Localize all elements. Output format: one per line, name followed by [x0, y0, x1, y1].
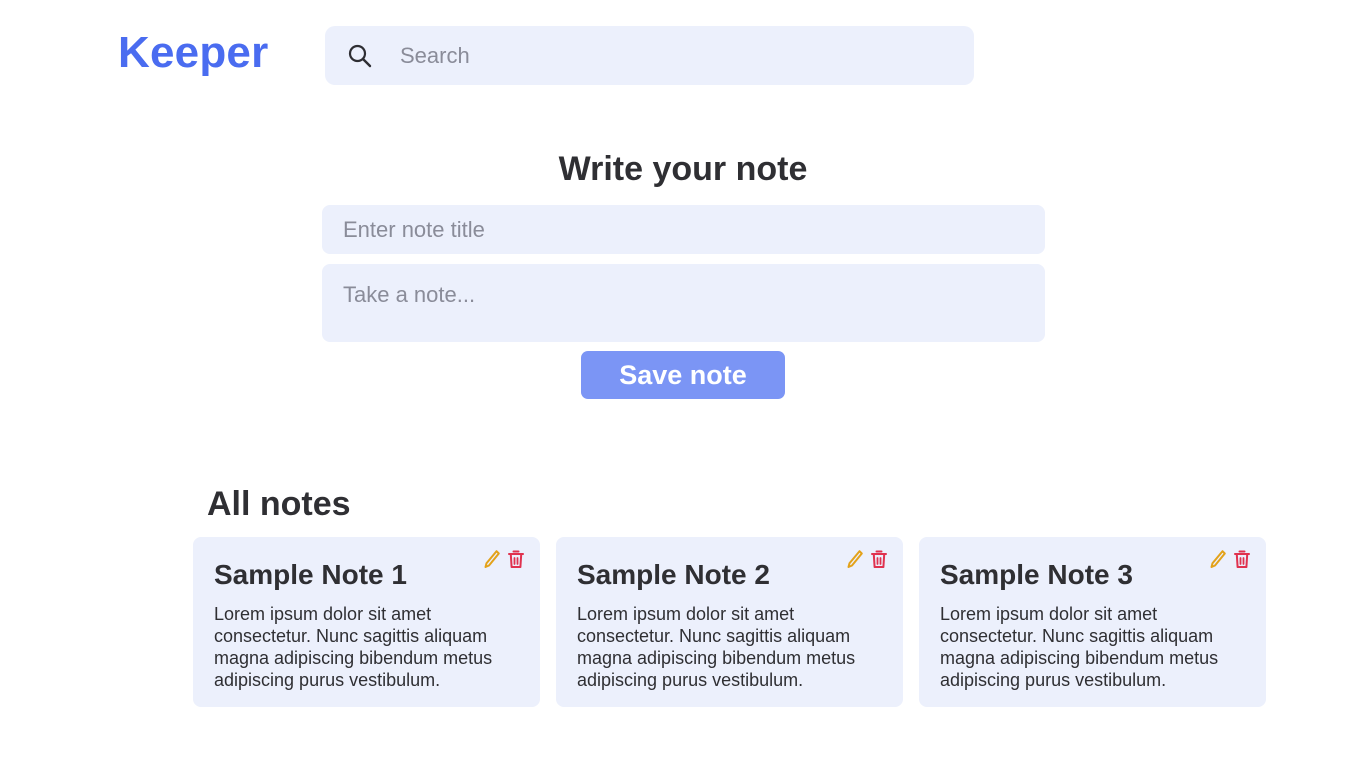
search-input[interactable] [400, 42, 920, 69]
note-card-title: Sample Note 3 [940, 559, 1133, 590]
note-card: Sample Note 1 Lorem ipsum dolor sit amet… [193, 537, 540, 707]
search-icon[interactable] [347, 43, 373, 69]
note-card-title: Sample Note 1 [214, 559, 407, 590]
note-card-body: Lorem ipsum dolor sit amet consectetur. … [214, 604, 493, 690]
note-title-input[interactable] [322, 205, 1045, 254]
note-body-input[interactable] [322, 264, 1045, 342]
note-card-title: Sample Note 2 [577, 559, 770, 590]
edit-pencil-icon[interactable] [1209, 549, 1227, 569]
note-card-body: Lorem ipsum dolor sit amet consectetur. … [577, 604, 856, 690]
note-card: Sample Note 2 Lorem ipsum dolor sit amet… [556, 537, 903, 707]
delete-trash-icon[interactable] [871, 549, 887, 569]
delete-trash-icon[interactable] [508, 549, 524, 569]
note-card: Sample Note 3 Lorem ipsum dolor sit amet… [919, 537, 1266, 707]
write-note-heading: Write your note [558, 150, 808, 188]
search-bar[interactable] [325, 26, 974, 85]
all-notes-heading: All notes [207, 485, 351, 523]
save-note-button[interactable]: Save note [581, 351, 785, 399]
edit-pencil-icon[interactable] [846, 549, 864, 569]
edit-pencil-icon[interactable] [483, 549, 501, 569]
note-card-body: Lorem ipsum dolor sit amet consectetur. … [940, 604, 1219, 690]
app-logo: Keeper [118, 28, 269, 77]
delete-trash-icon[interactable] [1234, 549, 1250, 569]
